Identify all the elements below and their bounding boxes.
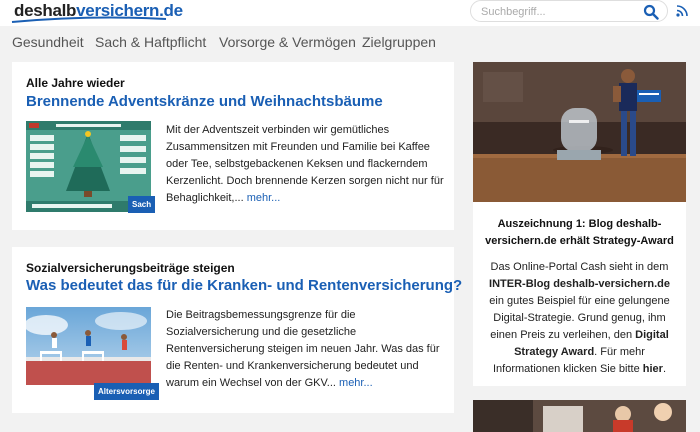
excerpt-line: die Renten- und Krankenversicherung bede…	[166, 360, 419, 372]
article-thumbnail[interactable]	[26, 307, 151, 385]
excerpt-line: Kerzenlicht. Doch brennende Kerzen sorge…	[166, 175, 444, 187]
sidebar-award-title[interactable]: Auszeichnung 1: Blog deshalb-versichern.…	[481, 216, 678, 250]
excerpt-line: oder Tee, selbstgebackenen Keksen und fl…	[166, 158, 428, 170]
logo-swoosh-icon	[11, 16, 167, 23]
excerpt-line: Mit der Adventszeit verbinden wir gemütl…	[166, 124, 390, 136]
excerpt-line: Zusammensitzen mit Freunden und Familie …	[166, 141, 430, 153]
nav-item-zielgruppen[interactable]: Zielgruppen	[362, 34, 436, 50]
sidebar-text-part: Das Online-Portal Cash sieht in dem	[490, 261, 669, 273]
excerpt-line-text: Behaglichkeit,...	[166, 192, 244, 204]
nav-item-sach-haftpflicht[interactable]: Sach & Haftpflicht	[95, 34, 206, 50]
excerpt-line: Behaglichkeit,... mehr...	[166, 190, 448, 207]
article-kicker: Alle Jahre wieder	[26, 76, 125, 90]
sidebar-second-photo	[473, 400, 686, 432]
sidebar-here-link[interactable]: hier	[643, 363, 663, 375]
excerpt-line: Sozialversicherung und die gesetzliche	[166, 326, 357, 338]
article-kicker: Sozialversicherungsbeiträge steigen	[26, 261, 235, 275]
award-photo	[473, 62, 686, 202]
excerpt-line: Rentenversicherung steigen im neuen Jahr…	[166, 343, 440, 355]
article-card: Sozialversicherungsbeiträge steigen Was …	[12, 247, 462, 413]
article-excerpt: Mit der Adventszeit verbinden wir gemütl…	[166, 122, 448, 207]
sidebar-second-card[interactable]	[473, 400, 686, 432]
excerpt-line: Die Beitragsbemessungsgrenze für die	[166, 309, 356, 321]
category-tag[interactable]: Altersvorsorge	[94, 383, 159, 400]
excerpt-line-text: warum ein Wechsel von der GKV...	[166, 377, 336, 389]
article-title-link[interactable]: Brennende Adventskränze und Weihnachtsbä…	[26, 93, 383, 110]
sidebar-award-card[interactable]: Auszeichnung 1: Blog deshalb-versichern.…	[473, 62, 686, 386]
rss-icon[interactable]	[676, 5, 688, 17]
article-title-link[interactable]: Was bedeutet das für die Kranken- und Re…	[26, 277, 462, 294]
main-navigation: Gesundheit Sach & Haftpflicht Vorsorge &…	[0, 26, 700, 58]
sidebar-text-bold: INTER-Blog deshalb-versichern.de	[489, 278, 670, 290]
search-box	[470, 0, 668, 22]
article-excerpt: Die Beitragsbemessungsgrenze für die Soz…	[166, 307, 448, 392]
read-more-link[interactable]: mehr...	[339, 377, 373, 389]
nav-item-gesundheit[interactable]: Gesundheit	[12, 34, 84, 50]
search-icon[interactable]	[643, 4, 659, 20]
category-tag[interactable]: Sach	[128, 196, 156, 213]
award-trophy-image	[473, 62, 686, 202]
nav-item-vorsorge-vermoegen[interactable]: Vorsorge & Vermögen	[219, 34, 356, 50]
search-input[interactable]	[481, 4, 631, 20]
sidebar-text-end: .	[662, 363, 667, 375]
hurdle-runners-photo	[26, 307, 151, 385]
read-more-link[interactable]: mehr...	[247, 192, 281, 204]
site-header: deshalbversichern.de	[0, 0, 700, 26]
excerpt-line: warum ein Wechsel von der GKV... mehr...	[166, 375, 448, 392]
sidebar-award-text: Das Online-Portal Cash sieht in dem INTE…	[481, 259, 678, 378]
article-card: Alle Jahre wieder Brennende Adventskränz…	[12, 62, 454, 230]
